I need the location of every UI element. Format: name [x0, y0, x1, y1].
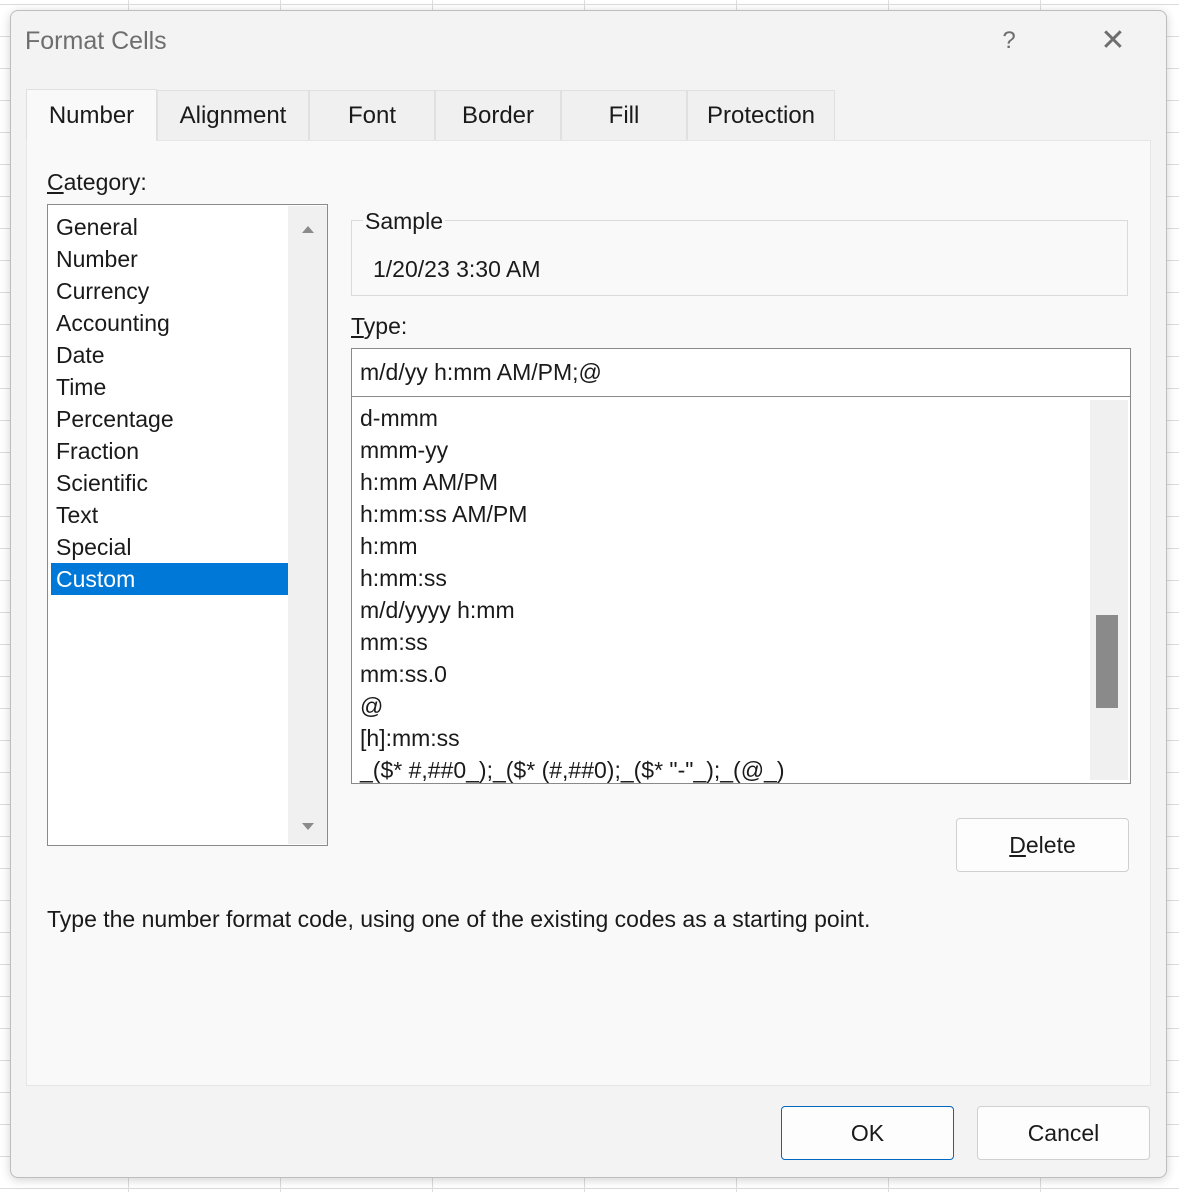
hint-text: Type the number format code, using one o…: [47, 906, 871, 932]
type-item[interactable]: h:mm: [360, 530, 418, 562]
ok-button[interactable]: OK: [781, 1106, 954, 1160]
type-list[interactable]: d-mmm mmm-yy h:mm AM/PM h:mm:ss AM/PM h:…: [351, 396, 1131, 784]
category-item-custom[interactable]: Custom: [51, 563, 288, 595]
type-item[interactable]: h:mm:ss: [360, 562, 447, 594]
category-item-date[interactable]: Date: [51, 339, 288, 371]
category-item-scientific[interactable]: Scientific: [51, 467, 288, 499]
type-item[interactable]: _($* #,##0_);_($* (#,##0);_($* "-"_);_(@…: [360, 754, 785, 783]
type-item[interactable]: @: [360, 690, 383, 722]
category-label: Category:: [47, 169, 147, 195]
scroll-down-icon[interactable]: [302, 823, 314, 830]
category-item-currency[interactable]: Currency: [51, 275, 288, 307]
type-item[interactable]: mmm-yy: [360, 434, 448, 466]
type-input[interactable]: [351, 348, 1131, 397]
tab-protection[interactable]: Protection: [687, 90, 835, 140]
type-item[interactable]: h:mm:ss AM/PM: [360, 498, 527, 530]
dialog-title: Format Cells: [25, 27, 167, 55]
tab-font[interactable]: Font: [309, 90, 435, 140]
scrollbar-thumb[interactable]: [1096, 615, 1118, 708]
category-item-text[interactable]: Text: [51, 499, 288, 531]
help-button[interactable]: ?: [995, 23, 1023, 59]
delete-button[interactable]: Delete: [956, 818, 1129, 872]
type-item[interactable]: d-mmm: [360, 402, 438, 434]
category-item-percentage[interactable]: Percentage: [51, 403, 288, 435]
close-button[interactable]: ✕: [1093, 23, 1133, 59]
category-list[interactable]: General Number Currency Accounting Date …: [47, 204, 328, 846]
tab-alignment[interactable]: Alignment: [157, 90, 309, 140]
tab-number[interactable]: Number: [26, 89, 157, 141]
format-cells-dialog: Format Cells ? ✕ Number Alignment Font B…: [10, 10, 1167, 1178]
category-item-special[interactable]: Special: [51, 531, 288, 563]
sample-label: Sample: [363, 208, 445, 235]
category-item-accounting[interactable]: Accounting: [51, 307, 288, 339]
category-item-number[interactable]: Number: [51, 243, 288, 275]
scroll-up-icon[interactable]: [302, 226, 314, 233]
category-scrollbar[interactable]: [288, 206, 327, 844]
category-item-time[interactable]: Time: [51, 371, 288, 403]
type-item[interactable]: m/d/yyyy h:mm: [360, 594, 515, 626]
type-scrollbar[interactable]: [1090, 400, 1128, 780]
type-item[interactable]: h:mm AM/PM: [360, 466, 498, 498]
type-label: Type:: [351, 313, 408, 339]
cancel-button[interactable]: Cancel: [977, 1106, 1150, 1160]
category-item-general[interactable]: General: [51, 211, 288, 243]
tab-border[interactable]: Border: [435, 90, 561, 140]
type-item[interactable]: [h]:mm:ss: [360, 722, 460, 754]
tab-fill[interactable]: Fill: [561, 90, 687, 140]
category-item-fraction[interactable]: Fraction: [51, 435, 288, 467]
type-item[interactable]: mm:ss: [360, 626, 428, 658]
sample-value: 1/20/23 3:30 AM: [373, 256, 541, 282]
type-item[interactable]: mm:ss.0: [360, 658, 447, 690]
